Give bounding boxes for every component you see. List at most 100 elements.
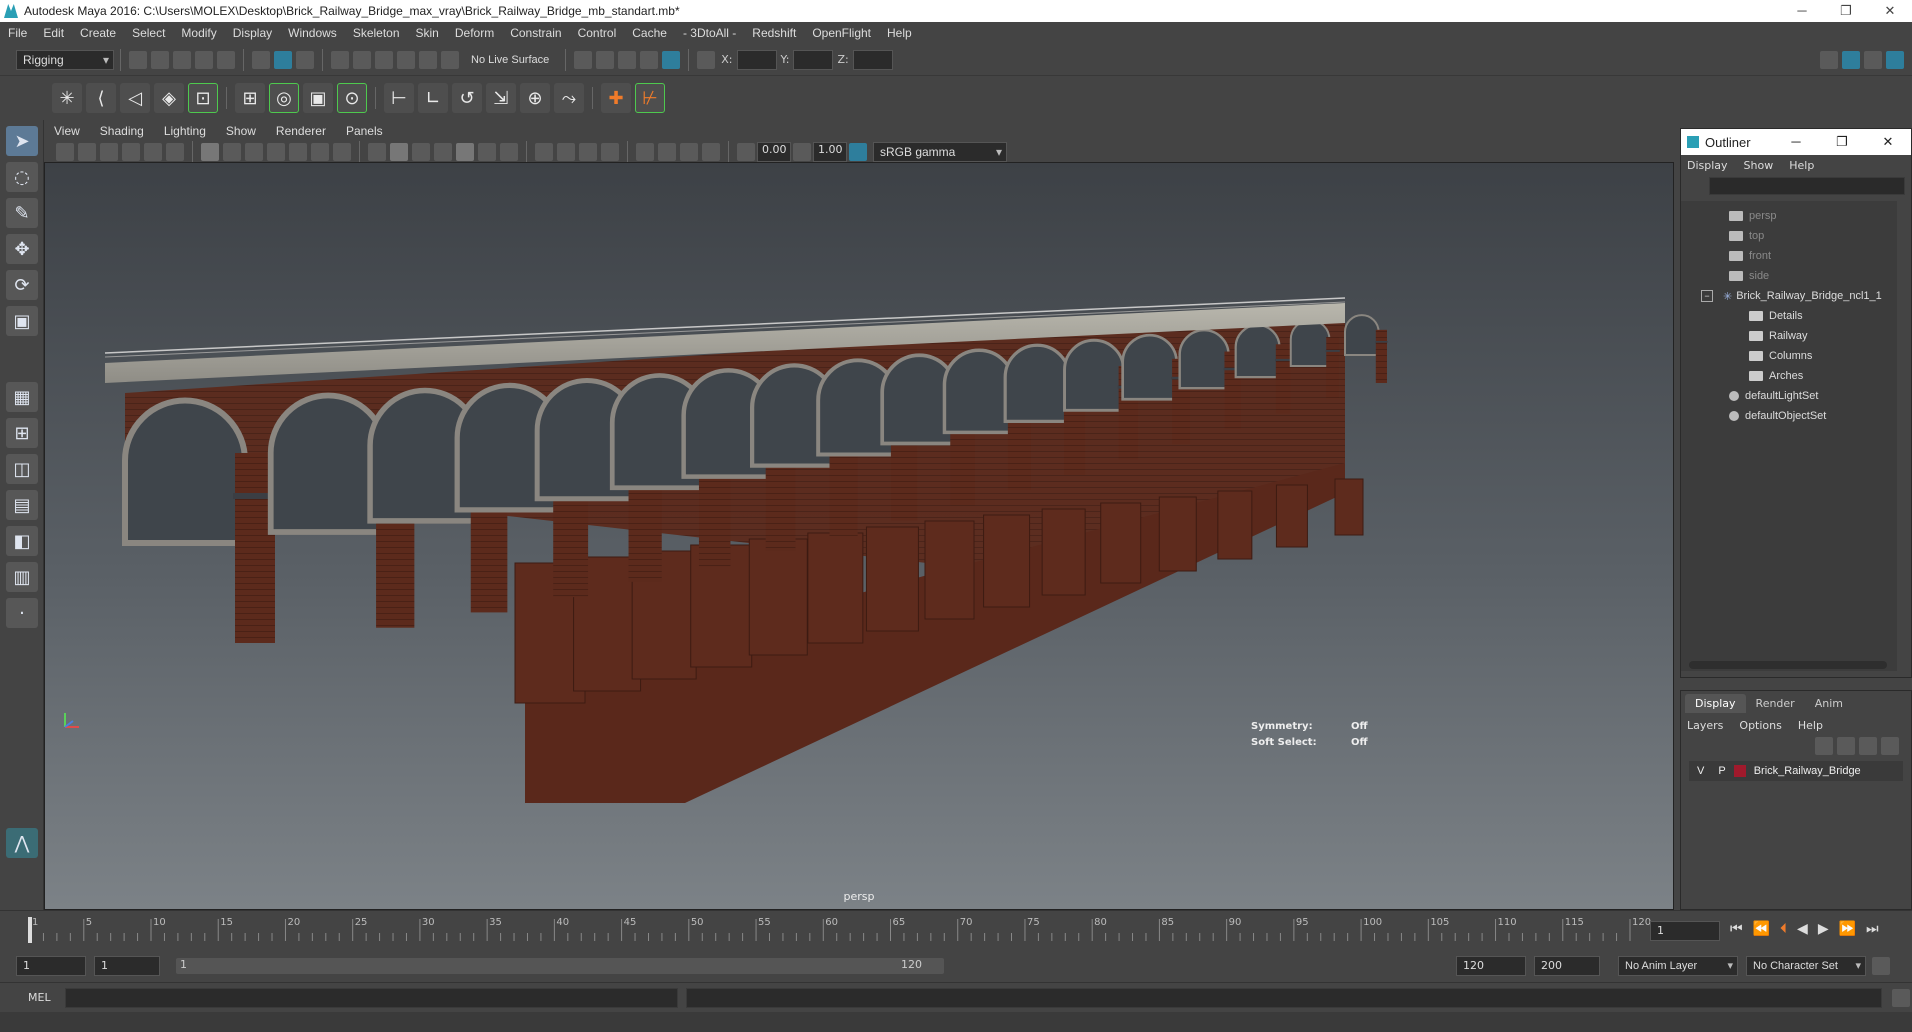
snap-grid-icon[interactable] xyxy=(331,50,349,69)
camera-lock-icon[interactable] xyxy=(78,143,96,161)
save-scene-icon[interactable] xyxy=(173,50,191,69)
panel-menu-shading[interactable]: Shading xyxy=(90,124,154,138)
gamma-icon[interactable] xyxy=(793,143,811,161)
z-field[interactable] xyxy=(852,49,893,70)
camera-select-icon[interactable] xyxy=(56,143,74,161)
grease-pencil-icon[interactable] xyxy=(166,143,184,161)
shadows-icon[interactable] xyxy=(557,143,575,161)
smooth-bind-icon[interactable]: ⊡ xyxy=(188,83,218,113)
exposure-field[interactable]: 0.00 xyxy=(757,142,791,162)
transform-mode-icon[interactable] xyxy=(697,50,716,69)
play-backward-icon[interactable]: ◀ xyxy=(1797,921,1808,937)
exposure-icon[interactable] xyxy=(737,143,755,161)
outliner-item-details[interactable]: Details xyxy=(1749,307,1803,325)
outliner-item-top[interactable]: top xyxy=(1729,227,1764,245)
tab-anim[interactable]: Anim xyxy=(1805,694,1853,713)
xray-icon[interactable] xyxy=(456,143,474,161)
bookmark-icon[interactable] xyxy=(100,143,118,161)
scene-end-field[interactable]: 200 xyxy=(1534,956,1600,976)
go-to-start-icon[interactable]: ⏮ xyxy=(1730,921,1743,937)
safe-action-icon[interactable] xyxy=(311,143,329,161)
step-forward-key-icon[interactable]: ⏩ xyxy=(1839,921,1856,937)
panel-menu-view[interactable]: View xyxy=(44,124,90,138)
outliner-menu-show[interactable]: Show xyxy=(1744,159,1774,172)
undo-icon[interactable] xyxy=(195,50,213,69)
layer-row[interactable]: V P Brick_Railway_Bridge xyxy=(1689,761,1903,781)
time-slider[interactable]: 1 5 10 15 20 25 30 35 40 45 50 55 60 65 70 75 80 85 90 95 10… xyxy=(0,910,1912,950)
open-scene-icon[interactable] xyxy=(151,50,169,69)
constraint-point-icon[interactable]: ⊢ xyxy=(384,83,414,113)
2d-pan-icon[interactable] xyxy=(144,143,162,161)
character-set-dropdown[interactable]: No Character Set xyxy=(1746,956,1866,976)
move-layer-up-icon[interactable] xyxy=(1815,737,1833,755)
annotation-icon[interactable]: ⊬ xyxy=(635,83,665,113)
select-hierarchy-icon[interactable] xyxy=(252,50,270,69)
side-by-side-layout-icon[interactable]: ◫ xyxy=(6,454,38,484)
panel-menu-panels[interactable]: Panels xyxy=(336,124,393,138)
step-back-frame-icon[interactable]: ⏴ xyxy=(1780,921,1787,937)
bind-skin-icon[interactable]: ◈ xyxy=(154,83,184,113)
tab-render[interactable]: Render xyxy=(1746,694,1805,713)
ambient-occlusion-icon[interactable] xyxy=(579,143,597,161)
menu-select[interactable]: Select xyxy=(124,26,173,40)
move-tool-icon[interactable]: ✥ xyxy=(6,234,38,264)
menu-control[interactable]: Control xyxy=(570,26,625,40)
collapse-icon[interactable]: − xyxy=(1701,290,1713,302)
single-view-layout-icon[interactable]: ▦ xyxy=(6,382,38,412)
field-chart-icon[interactable] xyxy=(289,143,307,161)
gate-mask-icon[interactable] xyxy=(267,143,285,161)
hypershade-layout-icon[interactable]: ▥ xyxy=(6,562,38,592)
playback-start-field[interactable]: 1 xyxy=(94,956,160,976)
smooth-shade-icon[interactable] xyxy=(390,143,408,161)
motion-blur-icon[interactable] xyxy=(601,143,619,161)
outliner-menu-display[interactable]: Display xyxy=(1687,159,1728,172)
current-time-indicator[interactable] xyxy=(28,917,32,943)
menu-file[interactable]: File xyxy=(0,26,35,40)
panel-menu-show[interactable]: Show xyxy=(216,124,266,138)
isolate-select-icon[interactable] xyxy=(636,143,654,161)
lasso-tool-icon[interactable]: ◌ xyxy=(6,162,38,192)
close-button[interactable]: ✕ xyxy=(1868,3,1912,19)
play-forward-icon[interactable]: ▶ xyxy=(1818,921,1829,937)
menu-redshift[interactable]: Redshift xyxy=(744,26,804,40)
layer-menu-help[interactable]: Help xyxy=(1798,719,1823,732)
redo-icon[interactable] xyxy=(217,50,235,69)
attribute-editor-icon[interactable] xyxy=(1842,50,1860,69)
outliner-maximize-button[interactable]: ❐ xyxy=(1819,134,1865,150)
ik-handle-icon[interactable]: ⟨ xyxy=(86,83,116,113)
render-frame-icon[interactable] xyxy=(596,50,615,69)
select-component-icon[interactable] xyxy=(296,50,314,69)
wireframe-icon[interactable] xyxy=(368,143,386,161)
cluster-icon[interactable]: ◎ xyxy=(269,83,299,113)
default-material-icon[interactable] xyxy=(412,143,430,161)
menu-edit[interactable]: Edit xyxy=(35,26,72,40)
render-view-icon[interactable] xyxy=(574,50,593,69)
menu-deform[interactable]: Deform xyxy=(447,26,502,40)
menu-skin[interactable]: Skin xyxy=(408,26,447,40)
outliner-close-button[interactable]: ✕ xyxy=(1865,134,1911,150)
panel-menu-renderer[interactable]: Renderer xyxy=(266,124,336,138)
menu-create[interactable]: Create xyxy=(72,26,124,40)
hud-icon[interactable] xyxy=(702,143,720,161)
constraint-orient-icon[interactable]: ↺ xyxy=(452,83,482,113)
go-to-end-icon[interactable]: ⏭ xyxy=(1866,921,1879,937)
live-surface-label[interactable]: No Live Surface xyxy=(471,54,549,66)
resolution-gate-icon[interactable] xyxy=(245,143,263,161)
render-settings-icon[interactable] xyxy=(640,50,659,69)
grid-icon[interactable] xyxy=(201,143,219,161)
scale-tool-icon[interactable]: ▣ xyxy=(6,306,38,336)
wireframe-on-shaded-icon[interactable] xyxy=(434,143,452,161)
select-object-icon[interactable] xyxy=(274,50,292,69)
persp-graph-layout-icon[interactable]: ◧ xyxy=(6,526,38,556)
menu-cache[interactable]: Cache xyxy=(624,26,675,40)
constraint-parent-icon[interactable]: ⊕ xyxy=(520,83,550,113)
new-layer-from-selection-icon[interactable] xyxy=(1881,737,1899,755)
modeling-toolkit-icon[interactable] xyxy=(1820,50,1838,69)
auto-key-icon[interactable] xyxy=(1872,957,1890,975)
rotate-tool-icon[interactable]: ⟳ xyxy=(6,270,38,300)
playback-end-field[interactable]: 120 xyxy=(1456,956,1526,976)
tab-display[interactable]: Display xyxy=(1685,694,1746,713)
new-scene-icon[interactable] xyxy=(129,50,147,69)
safe-title-icon[interactable] xyxy=(333,143,351,161)
script-language-label[interactable]: MEL xyxy=(28,991,51,1004)
